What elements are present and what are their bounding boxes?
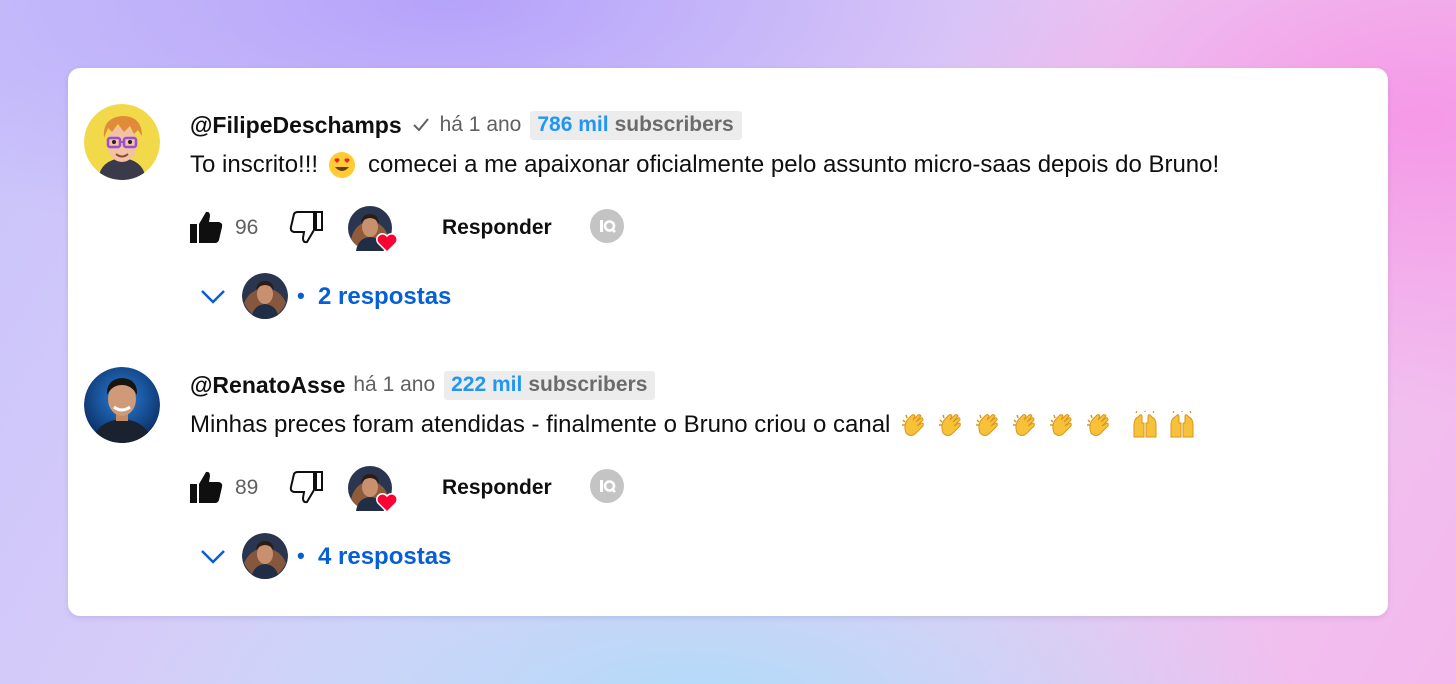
clapping-hands-emoji-icon [976,414,999,436]
comment-actions: 89 Responder [188,463,788,514]
reply-button[interactable]: Responder [442,216,552,240]
heart-eyes-emoji-icon [329,152,356,178]
dislike-icon[interactable] [289,209,325,245]
replies-count-link[interactable]: 2 respostas [318,283,451,311]
commenter-avatar[interactable] [84,104,160,180]
comment-text: To inscrito!!! comecei a me apaixonar of… [190,151,1219,179]
comment-text-part: comecei a me apaixonar oficialmente pelo… [368,151,1220,178]
clapping-hands-emoji-icon [902,414,925,436]
comment-header: @RenatoAsse há 1 ano 222 mil subscribers [190,370,656,400]
reply-button[interactable]: Responder [442,476,552,500]
clapping-hands-emoji-icon [1013,414,1036,436]
subscriber-label: subscribers [528,372,648,396]
separator-dot: • [297,543,305,568]
comment-timestamp[interactable]: há 1 ano [440,113,522,137]
chevron-down-icon[interactable] [200,547,226,567]
clapping-hands-emoji-icon [1087,414,1110,436]
extension-icon[interactable] [590,209,624,243]
raising-hands-emoji-icon [1133,411,1157,438]
emoji-row [896,411,1196,439]
comment-text-part: Minhas preces foram atendidas - finalmen… [190,411,891,438]
clapping-hands-emoji-icon [1050,414,1073,436]
like-icon[interactable] [188,469,224,505]
comment-actions: 96 Responder [188,203,788,254]
like-count: 96 [235,216,259,239]
replies-toggle[interactable]: • 2 respostas [198,273,598,321]
author-handle[interactable]: @RenatoAsse [190,372,345,399]
comment-header: @FilipeDeschamps há 1 ano 786 mil subscr… [190,110,742,140]
subscriber-badge: 222 mil subscribers [444,370,656,400]
like-count: 89 [235,476,259,499]
extension-icon[interactable] [590,469,624,503]
subscriber-label: subscribers [614,112,734,136]
verified-check-icon [412,118,429,132]
chevron-down-icon[interactable] [200,287,226,307]
clapping-hands-emoji-icon [939,414,962,436]
separator-dot: • [297,283,305,308]
comment-text: Minhas preces foram atendidas - finalmen… [190,411,1196,439]
reply-author-avatar [242,533,288,579]
creator-heart-badge [347,465,399,514]
commenter-avatar[interactable] [84,367,160,443]
dislike-icon[interactable] [289,469,325,505]
like-icon[interactable] [188,209,224,245]
replies-toggle[interactable]: • 4 respostas [198,533,598,581]
comments-card: @FilipeDeschamps há 1 ano 786 mil subscr… [68,68,1388,616]
replies-count-link[interactable]: 4 respostas [318,543,451,571]
raising-hands-emoji-icon [1170,411,1194,438]
subscriber-count: 786 mil [537,112,609,136]
creator-heart-badge [347,205,399,254]
reply-author-avatar [242,273,288,319]
subscriber-count: 222 mil [451,372,523,396]
author-handle[interactable]: @FilipeDeschamps [190,112,402,139]
subscriber-badge: 786 mil subscribers [530,110,742,140]
comment-timestamp[interactable]: há 1 ano [353,373,435,397]
comment-text-part: To inscrito!!! [190,151,319,178]
